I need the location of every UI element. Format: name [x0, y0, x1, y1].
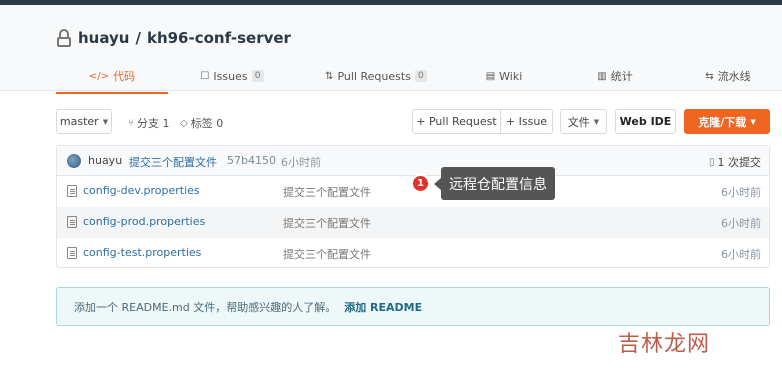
repo-separator: /	[135, 29, 141, 47]
tab-issues[interactable]: ☐ Issues 0	[168, 60, 296, 92]
tab-stats[interactable]: ▥ 统计	[552, 60, 678, 92]
branches-label: 分支 1	[137, 117, 170, 130]
tag-icon: ◇	[180, 117, 188, 129]
file-commit-message[interactable]: 提交三个配置文件	[283, 184, 371, 200]
issue-button-label: + Issue	[505, 115, 548, 128]
commit-message-link[interactable]: 提交三个配置文件	[129, 154, 217, 170]
file-name-link[interactable]: config-prod.properties	[83, 215, 205, 228]
tab-pipeline[interactable]: ⇆ 流水线	[678, 60, 778, 92]
tab-label: Issues	[213, 69, 248, 83]
commit-author[interactable]: huayu	[88, 154, 122, 167]
clone-download-button[interactable]: 克隆/下载 ▼	[684, 109, 770, 134]
file-row: config-test.properties 提交三个配置文件 6小时前	[57, 238, 769, 269]
tab-label: Wiki	[499, 69, 523, 83]
add-readme-link[interactable]: 添加 README	[344, 299, 422, 315]
file-commit-message[interactable]: 提交三个配置文件	[283, 246, 371, 262]
issues-count-badge: 0	[251, 70, 264, 82]
chevron-down-icon: ▼	[593, 117, 600, 126]
new-pull-request-button[interactable]: + Pull Request	[412, 109, 501, 134]
file-icon	[67, 216, 77, 228]
commit-time: 6小时前	[281, 156, 321, 169]
tab-pull-requests[interactable]: ⇅ Pull Requests 0	[296, 60, 456, 92]
issue-icon: ☐	[200, 70, 210, 82]
pipeline-icon: ⇆	[705, 70, 714, 82]
file-icon	[67, 185, 77, 197]
pull-request-icon: ⇅	[325, 70, 334, 82]
pull-request-button-label: + Pull Request	[416, 115, 497, 128]
branch-icon: ⑂	[128, 117, 134, 129]
tab-label: 代码	[113, 70, 136, 83]
repo-title: huayu / kh96-conf-server	[56, 29, 291, 47]
wiki-icon: ▤	[485, 70, 496, 82]
clone-download-label: 克隆/下载	[698, 115, 747, 129]
code-icon: </>	[88, 70, 110, 82]
tooltip-text: 远程仓配置信息	[441, 167, 555, 200]
tags-label: 标签 0	[190, 117, 224, 130]
tab-label: 统计	[610, 70, 633, 83]
avatar[interactable]	[67, 154, 81, 168]
repo-tabs: </> 代码 ☐ Issues 0 ⇅ Pull Requests 0 ▤ Wi…	[56, 60, 782, 96]
pull-requests-count-badge: 0	[414, 70, 427, 82]
tooltip-arrow	[434, 177, 441, 190]
file-row: config-prod.properties 提交三个配置文件 6小时前	[57, 207, 769, 238]
tab-code[interactable]: </> 代码	[56, 60, 168, 94]
tab-wiki[interactable]: ▤ Wiki	[456, 60, 552, 92]
web-ide-button[interactable]: Web IDE	[615, 109, 676, 134]
file-name-link[interactable]: config-test.properties	[83, 246, 201, 259]
commit-count-label: 1 次提交	[717, 156, 762, 169]
repo-toolbar: master ▼ ⑂ 分支 1 ◇ 标签 0 + Pull Request + …	[56, 109, 770, 135]
repo-header: huayu / kh96-conf-server </> 代码 ☐ Issues…	[0, 5, 782, 94]
file-menu-label: 文件	[567, 115, 590, 129]
chevron-down-icon: ▼	[102, 117, 109, 126]
lock-icon	[56, 29, 72, 47]
tab-label: Pull Requests	[337, 69, 411, 83]
web-ide-label: Web IDE	[619, 115, 672, 128]
commit-hash[interactable]: 57b4150	[227, 154, 276, 167]
file-name-link[interactable]: config-dev.properties	[83, 184, 200, 197]
branch-select[interactable]: master ▼	[56, 109, 112, 134]
annotation-tooltip: 1 远程仓配置信息	[411, 167, 555, 200]
tags-link[interactable]: ◇ 标签 0	[180, 115, 223, 131]
file-commit-time: 6小时前	[721, 217, 761, 230]
file-icon	[67, 247, 77, 259]
new-issue-button[interactable]: + Issue	[500, 109, 553, 134]
file-commit-message[interactable]: 提交三个配置文件	[283, 215, 371, 231]
chevron-down-icon: ▼	[750, 117, 756, 126]
stats-icon: ▥	[597, 70, 607, 82]
commit-count-link[interactable]: ▯ 1 次提交	[709, 154, 761, 170]
tab-label: 流水线	[717, 70, 751, 83]
readme-notice-text: 添加一个 README.md 文件，帮助感兴趣的人了解。	[74, 300, 337, 314]
commit-icon: ▯	[708, 156, 715, 168]
repo-name-link[interactable]: kh96-conf-server	[147, 29, 291, 47]
branches-link[interactable]: ⑂ 分支 1	[128, 115, 170, 131]
file-commit-time: 6小时前	[721, 186, 761, 199]
annotation-number-badge: 1	[411, 174, 430, 193]
file-menu-button[interactable]: 文件 ▼	[560, 109, 607, 134]
file-commit-time: 6小时前	[721, 248, 761, 261]
branch-select-label: master	[59, 115, 99, 128]
readme-notice: 添加一个 README.md 文件，帮助感兴趣的人了解。 添加 README	[56, 287, 770, 326]
watermark: 吉林龙网	[618, 332, 711, 357]
repo-owner-link[interactable]: huayu	[78, 29, 129, 47]
file-list: huayu 提交三个配置文件 57b4150 6小时前 ▯ 1 次提交 conf…	[56, 145, 770, 268]
